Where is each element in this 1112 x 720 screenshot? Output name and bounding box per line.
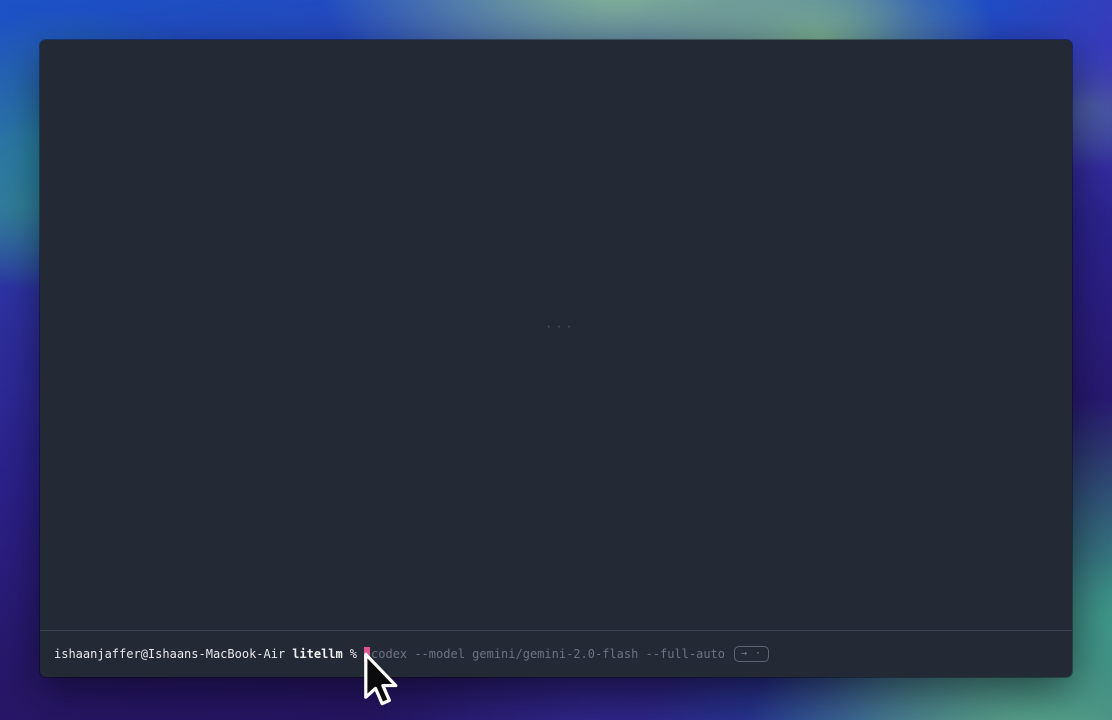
text-cursor — [364, 647, 370, 662]
accept-suggestion-hint-badge: → · — [734, 646, 769, 662]
terminal-window[interactable]: ··· ishaanjaffer@Ishaans-MacBook-Air lit… — [40, 40, 1072, 677]
loading-indicator: ··· — [545, 320, 576, 334]
terminal-prompt-bar[interactable]: ishaanjaffer@Ishaans-MacBook-Air litellm… — [40, 630, 1072, 677]
prompt-symbol: % — [350, 647, 357, 661]
autosuggestion-text: codex --model gemini/gemini-2.0-flash --… — [371, 647, 725, 661]
prompt-directory: litellm — [292, 647, 343, 661]
desktop-wallpaper: ··· ishaanjaffer@Ishaans-MacBook-Air lit… — [0, 0, 1112, 720]
terminal-output-area: ··· — [40, 40, 1072, 630]
prompt-user-host: ishaanjaffer@Ishaans-MacBook-Air — [54, 647, 285, 661]
